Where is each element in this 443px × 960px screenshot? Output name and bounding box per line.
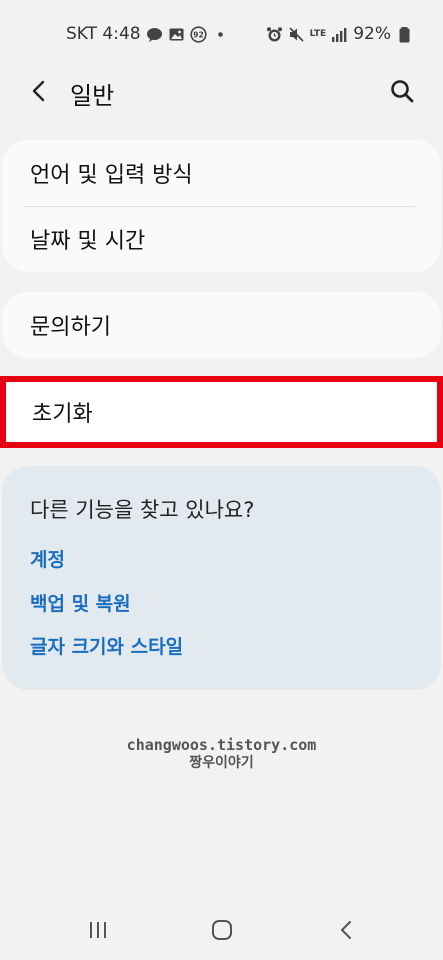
carrier-time: SKT 4:48: [66, 24, 141, 44]
menu-item-label: 문의하기: [30, 315, 111, 340]
menu-item-label: 초기화: [32, 402, 93, 427]
talk-icon: [146, 26, 163, 43]
home-icon: [212, 920, 232, 940]
menu-item-label: 날짜 및 시간: [30, 229, 146, 254]
search-icon: [391, 80, 414, 103]
menu-item-label: 언어 및 입력 방식: [30, 163, 193, 188]
search-button[interactable]: [387, 76, 417, 106]
alarm-icon: [266, 26, 283, 43]
menu-item-contact-us[interactable]: 문의하기: [2, 292, 441, 358]
menu-item-reset[interactable]: 초기화: [0, 376, 443, 448]
recents-button[interactable]: [85, 917, 111, 943]
settings-group-contact: 문의하기: [2, 292, 441, 358]
home-button[interactable]: [209, 917, 235, 943]
back-icon: [341, 921, 351, 939]
status-left: SKT 4:48 92: [66, 24, 229, 44]
chevron-left-icon: [32, 80, 45, 102]
status-bar: SKT 4:48 92 LTE 92%: [0, 0, 443, 68]
recents-icon: [90, 922, 106, 938]
settings-group-language-time: 언어 및 입력 방식 날짜 및 시간: [2, 140, 441, 272]
battery-icon: [396, 26, 413, 43]
battery-percent: 92%: [353, 24, 391, 44]
navigation-bar: [0, 905, 443, 955]
suggestion-title: 다른 기능을 찾고 있나요?: [30, 498, 255, 522]
svg-text:92: 92: [193, 30, 203, 39]
link-accounts[interactable]: 계정: [30, 545, 65, 572]
mute-icon: [288, 26, 305, 43]
signal-icon: [331, 26, 348, 43]
gallery-icon: [168, 26, 185, 43]
link-backup-restore[interactable]: 백업 및 복원: [30, 589, 131, 616]
menu-item-language-input[interactable]: 언어 및 입력 방식: [2, 140, 441, 206]
back-nav-button[interactable]: [334, 917, 360, 943]
suggestion-card: 다른 기능을 찾고 있나요? 계정 백업 및 복원 글자 크기와 스타일: [2, 466, 441, 690]
dot-icon: [212, 26, 229, 43]
lte-label: LTE: [309, 28, 327, 39]
link-font-size-style[interactable]: 글자 크기와 스타일: [30, 632, 183, 659]
page-title: 일반: [70, 82, 115, 110]
back-button[interactable]: [24, 76, 54, 106]
watermark-name: 짱우이야기: [189, 755, 254, 771]
menu-item-date-time[interactable]: 날짜 및 시간: [2, 206, 441, 272]
app-bar: 일반: [0, 68, 443, 114]
status-right: LTE 92%: [266, 24, 413, 44]
notification-92-icon: 92: [189, 25, 207, 43]
